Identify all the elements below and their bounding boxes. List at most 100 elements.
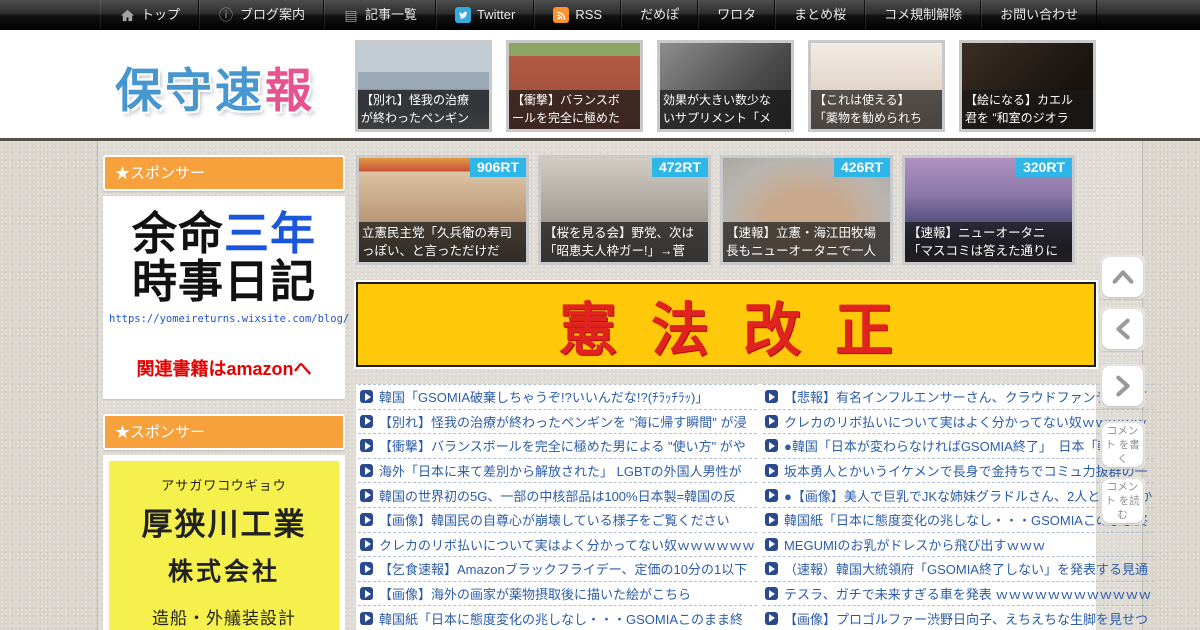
- next-cell: [1100, 364, 1145, 408]
- article-title: ●【画像】美人で巨乳でJKな姉妹グラドルさん、2人とも身体か: [783, 488, 1153, 504]
- article-link[interactable]: 【画像】海外の画家が薬物摂取後に描いた絵がこちら: [358, 582, 757, 607]
- top-nav: トップ ⓘ ブログ案内 ▤ 記事一覧 Twitter RSS だめぽ ワロタ ま…: [0, 0, 1200, 30]
- comment-write-label: コメント を書く: [1105, 424, 1140, 466]
- article-title: 韓国紙「日本に態度変化の兆しなし・・・GSOMIAこのまま終: [783, 513, 1148, 529]
- article-link[interactable]: 韓国「GSOMIA破棄しちゃうぞ!?いいんだな!?(ﾁﾗｯﾁﾗｯ)」: [358, 385, 757, 410]
- nav-item-warota[interactable]: ワロタ: [698, 0, 776, 30]
- twitter-icon: [455, 7, 472, 23]
- play-icon: [360, 464, 373, 478]
- scroll-up-button[interactable]: [1102, 257, 1143, 297]
- comment-write-button[interactable]: コメント を書く: [1102, 423, 1143, 467]
- article-link[interactable]: 韓国紙「日本に態度変化の兆しなし・・・GSOMIAこのまま終: [762, 508, 1155, 533]
- featured-thumb-4[interactable]: 320RT 【速報】ニューオータニ 「マスコミは答えた通りに: [902, 155, 1075, 265]
- article-link[interactable]: 【衝撃】バランスボールを完全に極めた男による "使い方" がや: [358, 434, 757, 459]
- article-list-icon: ▤: [344, 7, 358, 23]
- thumb-caption: 【桜を見る会】野党、次は 「昭恵夫人枠ガー!」→菅: [541, 221, 708, 262]
- article-link[interactable]: テスラ、ガチで未来すぎる車を発表 ｗｗｗｗｗｗｗｗｗｗｗｗ: [762, 582, 1155, 607]
- sponsor-ad-yomei[interactable]: 余命三年 時事日記 https://yomeireturns.wixsite.c…: [103, 196, 350, 400]
- article-link[interactable]: 坂本勇人とかいうイケメンで長身で金持ちでコミュ力抜群の一: [762, 459, 1155, 484]
- article-title: 【衝撃】バランスボールを完全に極めた男による "使い方" がや: [379, 439, 746, 455]
- article-title: 【別れ】怪我の治療が終わったペンギンを "海に帰す瞬間" が浸: [379, 414, 747, 430]
- article-link[interactable]: ●韓国「日本が変わらなければGSOMIA終了」 日本「輸出管: [762, 434, 1155, 459]
- nav-item-matome-sakura[interactable]: まとめ桜: [775, 0, 866, 30]
- article-title: テスラ、ガチで未来すぎる車を発表 ｗｗｗｗｗｗｗｗｗｗｗｗ: [783, 587, 1152, 603]
- play-icon: [764, 464, 778, 478]
- nav-item-twitter[interactable]: Twitter: [436, 0, 535, 30]
- article-column-left: 韓国「GSOMIA破棄しちゃうぞ!?いいんだな!?(ﾁﾗｯﾁﾗｯ)」 【別れ】怪…: [358, 384, 757, 630]
- thumb-caption: 【別れ】怪我の治療 が終わったペンギン: [358, 90, 489, 129]
- article-link[interactable]: （速報）韓国大統領府「GSOMIA終了しない」を発表する見通: [762, 557, 1155, 582]
- header-thumb-supplement[interactable]: 効果が大きい数少な いサプリメント「メ: [657, 40, 794, 132]
- article-title: MEGUMIのお乳がドレスから飛び出すｗｗｗ: [783, 537, 1046, 553]
- header-thumb-useful[interactable]: 【これは使える】 「薬物を勧められち: [808, 40, 945, 132]
- article-link[interactable]: 【乞食速報】Amazonブラックフライデー、定価の10分の1以下: [358, 557, 757, 582]
- banner-text: 憲法改正: [558, 297, 927, 363]
- article-title: クレカのリボ払いについて実はよく分かってない奴ｗｗｗｗｗ: [783, 414, 1147, 430]
- play-icon: [764, 537, 778, 551]
- nav-item-blog-guide[interactable]: ⓘ ブログ案内: [199, 0, 325, 30]
- article-link[interactable]: 【悲報】有名インフルエンサーさん、クラウドファンディング: [762, 385, 1155, 410]
- thumb-caption: 【これは使える】 「薬物を勧められち: [811, 90, 942, 129]
- header-thumb-frog-diorama[interactable]: 【絵になる】カエル 君を "和室のジオラ: [959, 40, 1096, 132]
- prev-button[interactable]: [1102, 309, 1143, 349]
- article-link[interactable]: 【画像】韓国民の自尊心が崩壊している様子をご覧ください: [358, 508, 757, 533]
- scroll-up-cell: [1100, 255, 1145, 299]
- article-title: 海外「日本に来て差別から解放された」 LGBTの外国人男性が: [379, 464, 742, 480]
- comment-read-button[interactable]: コメント を読む: [1102, 479, 1143, 523]
- article-link[interactable]: クレカのリボ払いについて実はよく分かってない奴ｗｗｗｗｗ: [762, 410, 1155, 435]
- kenpo-kaisei-banner[interactable]: 憲法改正: [356, 282, 1096, 367]
- play-icon: [360, 537, 373, 551]
- play-icon: [360, 439, 373, 453]
- nav-item-comment-unblock[interactable]: コメ規制解除: [865, 0, 982, 30]
- article-link[interactable]: クレカのリボ払いについて実はよく分かってない奴ｗｗｗｗｗｗ: [358, 533, 757, 558]
- article-link[interactable]: 【画像】プロゴルファー渋野日向子、えちえちな生脚を見せつ: [762, 606, 1155, 630]
- chevron-left-icon: [1115, 318, 1130, 340]
- header-thumb-balance-ball[interactable]: 【衝撃】バランスボ ールを完全に極めた: [506, 40, 643, 132]
- comment-write-cell: コメント を書く: [1100, 421, 1145, 469]
- sponsor-header-1: ★スポンサー: [103, 155, 345, 191]
- thumb-caption: 【絵になる】カエル 君を "和室のジオラ: [962, 90, 1093, 129]
- thumb-caption: 【速報】立憲・海江田牧場 長もニューオータニで一人: [723, 221, 890, 262]
- nav-item-rss[interactable]: RSS: [534, 0, 622, 30]
- nav-item-contact[interactable]: お問い合わせ: [981, 0, 1098, 30]
- nav-label: お問い合わせ: [1000, 7, 1079, 22]
- sponsor-ad-asagawa[interactable]: アサガワコウギョウ 厚狭川工業 株式会社 造船・外艤装設計 海の上で戦え: [103, 455, 345, 630]
- nav-label: だめぽ: [640, 7, 680, 22]
- nav-item-top[interactable]: トップ: [100, 0, 200, 30]
- retweet-badge: 320RT: [1015, 158, 1072, 177]
- nav-item-damepo[interactable]: だめぽ: [621, 0, 699, 30]
- retweet-badge: 426RT: [833, 158, 890, 177]
- play-icon: [764, 390, 778, 404]
- header-thumbnails: 【別れ】怪我の治療 が終わったペンギン 【衝撃】バランスボ ールを完全に極めた 効果…: [355, 40, 1096, 132]
- ad-url: https://yomeireturns.wixsite.com/blog/: [109, 313, 350, 326]
- article-link[interactable]: 海外「日本に来て差別から解放された」 LGBTの外国人男性が: [358, 459, 757, 484]
- play-icon: [764, 488, 778, 502]
- featured-thumb-1[interactable]: 906RT 立憲民主党「久兵衛の寿司 っぽい、と言っただけだ: [356, 155, 529, 265]
- article-link[interactable]: 韓国の世界初の5G、一部の中核部品は100%日本製=韓国の反: [358, 483, 757, 508]
- retweet-badge: 472RT: [651, 158, 708, 177]
- site-logo[interactable]: 保守速報: [115, 52, 315, 121]
- play-icon: [764, 439, 778, 453]
- header-thumb-penguin[interactable]: 【別れ】怪我の治療 が終わったペンギン: [355, 40, 492, 132]
- ad-title: 余命三年 時事日記: [131, 208, 317, 307]
- article-title: 韓国「GSOMIA破棄しちゃうぞ!?いいんだな!?(ﾁﾗｯﾁﾗｯ)」: [379, 390, 709, 406]
- next-button[interactable]: [1102, 366, 1143, 406]
- retweet-badge: 906RT: [469, 158, 526, 177]
- ad-description: 造船・外艤装設計: [152, 609, 296, 629]
- ad-amazon-link[interactable]: 関連書籍はamazonへ: [109, 355, 339, 381]
- chevron-right-icon: [1115, 375, 1130, 397]
- featured-thumb-3[interactable]: 426RT 【速報】立憲・海江田牧場 長もニューオータニで一人: [720, 155, 893, 265]
- article-title: 【画像】プロゴルファー渋野日向子、えちえちな生脚を見せつ: [783, 611, 1148, 627]
- nav-label: ワロタ: [717, 7, 757, 22]
- featured-thumb-2[interactable]: 472RT 【桜を見る会】野党、次は 「昭恵夫人枠ガー!」→菅: [538, 155, 711, 265]
- nav-item-article-list[interactable]: ▤ 記事一覧: [324, 0, 437, 30]
- article-link[interactable]: 韓国紙「日本に態度変化の兆しなし・・・GSOMIAこのまま終: [358, 606, 757, 630]
- ad-company-name: 厚狭川工業: [141, 507, 307, 543]
- play-icon: [360, 390, 373, 404]
- article-title: ●韓国「日本が変わらなければGSOMIA終了」 日本「輸出管: [783, 439, 1137, 455]
- article-link[interactable]: ●【画像】美人で巨乳でJKな姉妹グラドルさん、2人とも身体か: [762, 483, 1155, 508]
- article-link[interactable]: MEGUMIのお乳がドレスから飛び出すｗｗｗ: [762, 533, 1155, 558]
- prev-cell: [1100, 307, 1145, 351]
- article-link[interactable]: 【別れ】怪我の治療が終わったペンギンを "海に帰す瞬間" が浸: [358, 410, 757, 435]
